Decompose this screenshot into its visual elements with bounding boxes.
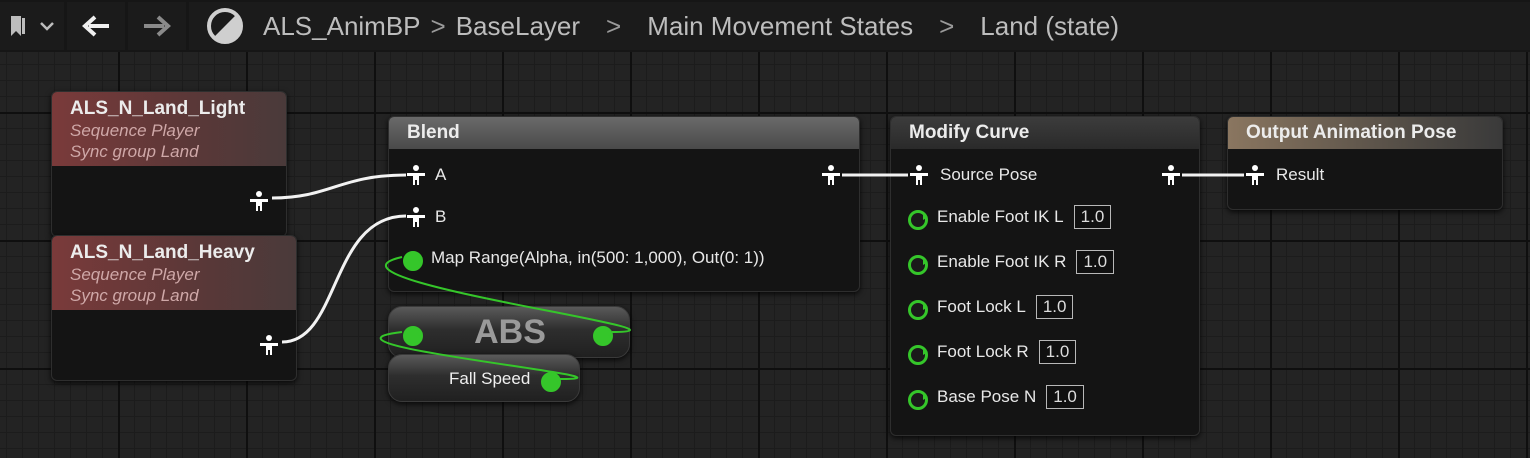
- pin-label: Foot Lock L: [937, 297, 1026, 316]
- value-input[interactable]: 1.0: [1035, 295, 1074, 319]
- pose-pin-icon[interactable]: [1160, 164, 1182, 186]
- curve-pin-foot-lock-r[interactable]: Foot Lock R 1.0: [908, 340, 1077, 365]
- breadcrumb-separator: >: [606, 10, 622, 41]
- pose-pin-icon[interactable]: [820, 164, 842, 186]
- bookmark-icon: [11, 16, 25, 36]
- float-pin-icon[interactable]: [541, 372, 561, 392]
- value-input[interactable]: 1.0: [1038, 340, 1077, 364]
- node-header: ALS_N_Land_Light Sequence Player Sync gr…: [52, 92, 286, 166]
- float-pin-icon: [403, 251, 423, 271]
- breadcrumb: ALS_AnimBP > BaseLayer > Main Movement S…: [189, 2, 1530, 50]
- chevron-down-icon: [40, 22, 54, 31]
- sequence-player-node-land-heavy[interactable]: ALS_N_Land_Heavy Sequence Player Sync gr…: [51, 235, 297, 381]
- pin-label: Map Range(Alpha, in(500: 1,000), Out(0: …: [431, 248, 765, 267]
- pin-label: Enable Foot IK R: [937, 252, 1067, 271]
- node-subtitle: Sequence Player: [70, 265, 200, 284]
- node-sync-group: Sync group Land: [70, 142, 199, 161]
- pin-label: Foot Lock R: [937, 342, 1029, 361]
- blend-pin-alpha[interactable]: Map Range(Alpha, in(500: 1,000), Out(0: …: [403, 248, 765, 271]
- node-header: ALS_N_Land_Heavy Sequence Player Sync gr…: [52, 236, 296, 310]
- pin-label: Base Pose N: [937, 387, 1037, 406]
- blend-pin-a[interactable]: A: [405, 164, 446, 186]
- pin-label: A: [435, 165, 447, 184]
- node-title: Output Animation Pose: [1228, 117, 1502, 149]
- pin-label: Result: [1276, 165, 1325, 184]
- float-pin-icon[interactable]: [403, 326, 423, 346]
- pose-pin-icon: [407, 207, 425, 227]
- output-animation-pose-node[interactable]: Output Animation Pose: [1227, 116, 1503, 210]
- pin-label: B: [435, 207, 447, 226]
- node-title: ALS_N_Land_Heavy: [70, 242, 255, 263]
- breadcrumb-item-anim-bp[interactable]: ALS_AnimBP: [263, 11, 421, 42]
- sequence-player-node-land-light[interactable]: ALS_N_Land_Light Sequence Player Sync gr…: [51, 91, 287, 237]
- float-pin-icon[interactable]: [593, 326, 613, 346]
- value-input[interactable]: 1.0: [1046, 385, 1084, 409]
- modify-curve-source-pose-pin[interactable]: Source Pose: [908, 164, 1037, 186]
- breadcrumb-separator: >: [430, 10, 446, 41]
- node-title: ALS_N_Land_Light: [70, 98, 246, 119]
- abs-node[interactable]: ABS: [388, 306, 630, 358]
- pose-pin-icon[interactable]: [248, 190, 270, 212]
- back-arrow-icon: [82, 15, 109, 37]
- blend-pin-b[interactable]: B: [405, 206, 446, 228]
- breadcrumb-separator: >: [939, 10, 955, 41]
- breadcrumb-item-main-movement-states[interactable]: Main Movement States: [647, 11, 913, 42]
- pose-pin-icon[interactable]: [258, 334, 280, 356]
- node-sync-group: Sync group Land: [70, 286, 199, 305]
- value-input[interactable]: 1.0: [1076, 250, 1115, 274]
- pose-pin-icon: [1246, 165, 1264, 185]
- forward-button[interactable]: [128, 2, 186, 50]
- breadcrumb-item-base-layer[interactable]: BaseLayer: [456, 11, 580, 42]
- float-pin-icon: [908, 210, 928, 230]
- bookmark-dropdown[interactable]: [0, 2, 64, 50]
- curve-pin-enable-foot-ik-r[interactable]: Enable Foot IK R 1.0: [908, 250, 1115, 275]
- float-pin-icon: [908, 390, 928, 410]
- float-pin-icon: [908, 345, 928, 365]
- curve-pin-enable-foot-ik-l[interactable]: Enable Foot IK L 1.0: [908, 205, 1112, 230]
- output-result-pin[interactable]: Result: [1244, 164, 1324, 186]
- variable-label: Fall Speed: [449, 369, 531, 388]
- float-pin-icon: [908, 255, 928, 275]
- breadcrumb-item-land-state[interactable]: Land (state): [980, 11, 1119, 42]
- pose-pin-icon: [407, 165, 425, 185]
- back-button[interactable]: [67, 2, 125, 50]
- pin-label: Enable Foot IK L: [937, 207, 1064, 226]
- float-pin-icon: [908, 300, 928, 320]
- graph-toolbar: ALS_AnimBP > BaseLayer > Main Movement S…: [0, 0, 1530, 52]
- node-title: Modify Curve: [891, 117, 1199, 149]
- value-input[interactable]: 1.0: [1073, 205, 1112, 229]
- node-subtitle: Sequence Player: [70, 121, 200, 140]
- curve-pin-foot-lock-l[interactable]: Foot Lock L 1.0: [908, 295, 1074, 320]
- pose-pin-icon: [910, 165, 928, 185]
- forward-arrow-icon: [144, 15, 171, 37]
- pin-label: Source Pose: [940, 165, 1038, 184]
- curve-pin-base-pose-n[interactable]: Base Pose N 1.0: [908, 385, 1084, 410]
- fall-speed-variable-node[interactable]: Fall Speed: [388, 354, 580, 402]
- graph-type-icon: [207, 8, 243, 44]
- node-title: Blend: [389, 117, 859, 149]
